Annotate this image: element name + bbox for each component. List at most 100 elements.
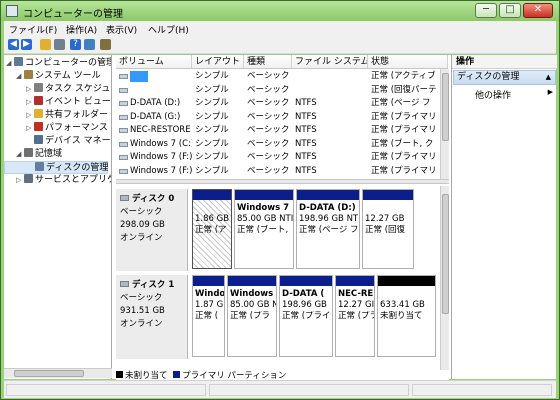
disk-icon bbox=[120, 195, 129, 201]
help-icon[interactable]: ? bbox=[70, 39, 81, 50]
disk-info-panel: ディスク 1 ベーシック 931.51 GB オンライン bbox=[116, 275, 188, 359]
properties-icon[interactable] bbox=[84, 39, 95, 50]
tree-item[interactable]: ◢ コンピューターの管理 ( bbox=[4, 57, 111, 70]
table-row[interactable]: NEC-RESTORE シンプル ベーシック NTFS 正常 (プライマリ bbox=[116, 124, 449, 137]
table-row[interactable]: シンプル ベーシック 正常 (回復パーテ bbox=[116, 84, 449, 97]
tree-item[interactable]: デバイス マネージ bbox=[4, 135, 111, 148]
table-row[interactable]: D-DATA (G:) シンプル ベーシック NTFS 正常 (プライマリ bbox=[116, 111, 449, 124]
column-header[interactable]: レイアウト bbox=[192, 55, 244, 69]
tree-item[interactable]: ◢ システム ツール bbox=[4, 70, 101, 83]
column-header[interactable]: 状態 bbox=[368, 55, 448, 69]
expand-arrow-icon[interactable]: ◢ bbox=[16, 148, 24, 161]
partition-block[interactable]: Windo 1.87 G 正常 ( bbox=[192, 275, 225, 357]
partition-block[interactable]: 1.86 GB 正常 (ア bbox=[192, 189, 232, 269]
disk-state: オンライン bbox=[120, 233, 163, 243]
partition-status: 正常 (プライ bbox=[282, 311, 331, 321]
column-header[interactable]: ファイル システム bbox=[292, 55, 368, 69]
table-row[interactable]: シンプル ベーシック 正常 (アクティブ bbox=[116, 70, 449, 83]
partition-type-bar bbox=[193, 190, 231, 200]
tree-horizontal-scrollbar[interactable] bbox=[4, 368, 112, 378]
menu-action[interactable]: 操作(A) bbox=[66, 23, 97, 36]
table-cell: シンプル bbox=[195, 84, 229, 95]
console-tree-icon[interactable] bbox=[54, 39, 65, 50]
tree-item[interactable]: ▷ タスク スケジュー bbox=[4, 83, 112, 96]
table-row[interactable]: Windows 7 (F:) シンプル ベーシック NTFS 正常 (プライマリ bbox=[116, 165, 449, 178]
actions-pane: 操作 ディスクの管理 ▲ 他の操作 ▶ bbox=[451, 55, 557, 379]
up-folder-icon[interactable] bbox=[40, 39, 51, 50]
collapse-arrow-icon[interactable]: ▲ bbox=[546, 71, 551, 84]
column-header[interactable]: ボリューム bbox=[116, 55, 192, 69]
partition-block[interactable]: NEC-RE12.27 GI正常 (プラ bbox=[335, 275, 375, 357]
volume-list-scrollbar[interactable] bbox=[440, 69, 449, 179]
menu-view[interactable]: 表示(V) bbox=[106, 23, 137, 36]
tree-item[interactable]: ディスクの管理 bbox=[4, 161, 108, 174]
storage-icon bbox=[24, 148, 33, 157]
partition-block[interactable]: D-DATA (198.96 GB 正常 (プライ bbox=[279, 275, 333, 357]
expand-arrow-icon[interactable]: ▷ bbox=[26, 122, 34, 135]
maximize-button[interactable]: □ bbox=[499, 3, 521, 18]
table-row[interactable]: D-DATA (D:) シンプル ベーシック NTFS 正常 (ページ フ bbox=[116, 97, 449, 110]
table-cell: 正常 (プライマリ bbox=[371, 125, 437, 135]
more-actions-item[interactable]: 他の操作 ▶ bbox=[475, 88, 553, 101]
table-row[interactable]: Windows 7 (F:) シンプル ベーシック NTFS 正常 (プライマリ bbox=[116, 151, 449, 164]
volume-icon bbox=[119, 155, 128, 160]
partition-type-bar bbox=[297, 190, 359, 200]
actions-section-disk-management[interactable]: ディスクの管理 ▲ bbox=[453, 70, 556, 85]
table-cell: Windows 7 (F:) bbox=[116, 165, 192, 178]
partition-name: Windows 7 bbox=[237, 203, 290, 213]
table-cell bbox=[292, 84, 368, 97]
partition-status: 正常 (プラ bbox=[338, 311, 374, 321]
disk-icon bbox=[120, 281, 129, 287]
table-cell: ベーシック bbox=[247, 71, 290, 81]
partition-block[interactable]: Windows 85.00 GB N 正常 (プラ bbox=[227, 275, 277, 357]
tree-item[interactable]: ▷ イベント ビューア bbox=[4, 96, 111, 109]
partition-block[interactable]: D-DATA (D:) 198.96 GB NT 正常 (ページ フ bbox=[296, 189, 360, 269]
expand-arrow-icon[interactable]: ◢ bbox=[16, 70, 24, 83]
console-tree: ◢ コンピューターの管理 (◢ システム ツール ▷ タスク スケジュー ▷ イベント ビュ… bbox=[4, 55, 112, 379]
expand-arrow-icon[interactable]: ▷ bbox=[26, 109, 34, 122]
expand-arrow-icon[interactable]: ▷ bbox=[26, 83, 34, 96]
partition-type-bar bbox=[228, 276, 276, 286]
table-cell: 正常 (ページ フ bbox=[371, 98, 431, 108]
menu-file[interactable]: ファイル(F) bbox=[9, 23, 57, 36]
clock-icon bbox=[34, 83, 43, 92]
more-actions-label: 他の操作 bbox=[475, 91, 512, 101]
expand-arrow-icon[interactable]: ▷ bbox=[26, 96, 34, 109]
expand-arrow-icon[interactable]: ◢ bbox=[6, 57, 14, 70]
computer-management-icon bbox=[6, 5, 18, 17]
volume-icon bbox=[119, 128, 128, 133]
partition-block[interactable]: Windows 7 85.00 GB NTI 正常 (ブート, bbox=[234, 189, 294, 269]
table-cell: 正常 (プライマリ bbox=[371, 165, 437, 176]
partition-name: D-DATA (D:) bbox=[299, 203, 356, 213]
expand-arrow-icon[interactable]: ▷ bbox=[16, 174, 24, 187]
tree-item[interactable]: ▷ 共有フォルダー bbox=[4, 109, 108, 122]
partition-block[interactable]: 633.41 GB 未割り当て bbox=[377, 275, 436, 357]
back-arrow-icon[interactable]: ◀ bbox=[8, 39, 19, 50]
legend-primary-swatch bbox=[173, 371, 181, 378]
snapin-icon[interactable] bbox=[100, 39, 111, 50]
partition-status: 正常 (ページ フ bbox=[299, 225, 359, 235]
table-row[interactable]: Windows 7 (C:) シンプル ベーシック NTFS 正常 (ブート, ク bbox=[116, 138, 449, 151]
close-button[interactable]: ✕ bbox=[523, 3, 553, 18]
partition-body: D-DATA (198.96 GB 正常 (プライ bbox=[280, 286, 332, 356]
tree-item-label: サービスとアプリケー bbox=[35, 175, 111, 185]
volume-list: ボリューム レイアウト 種類 ファイル システム 状態 シンプル ベーシック 正常 (アクティ… bbox=[116, 55, 449, 179]
table-cell: D-DATA (G:) bbox=[116, 111, 192, 124]
partition-block[interactable]: 12.27 GB 正常 (回復 bbox=[362, 189, 414, 269]
disk-view-scrollbar[interactable] bbox=[440, 186, 449, 370]
volume-name-highlight bbox=[130, 71, 148, 82]
minimize-button[interactable]: ─ bbox=[475, 3, 497, 18]
tree-item[interactable]: ▷ パフォーマンス bbox=[4, 122, 108, 135]
volume-icon bbox=[119, 74, 128, 79]
partition-size: 1.86 GB bbox=[195, 214, 230, 224]
tree-item[interactable]: ◢ 記憶域 bbox=[4, 148, 62, 161]
menu-help[interactable]: ヘルプ(H) bbox=[148, 23, 189, 36]
table-cell: ベーシック bbox=[247, 165, 290, 176]
partition-body: D-DATA (D:) 198.96 GB NT 正常 (ページ フ bbox=[297, 200, 359, 268]
computer-icon bbox=[14, 57, 23, 66]
column-header[interactable]: 種類 bbox=[244, 55, 292, 69]
forward-arrow-icon[interactable]: ▶ bbox=[21, 39, 32, 50]
tree-item[interactable]: ▷ サービスとアプリケー bbox=[4, 174, 111, 187]
partition-size: 85.00 GB NTI bbox=[237, 214, 293, 224]
tree-item-label: タスク スケジュー bbox=[45, 84, 112, 94]
